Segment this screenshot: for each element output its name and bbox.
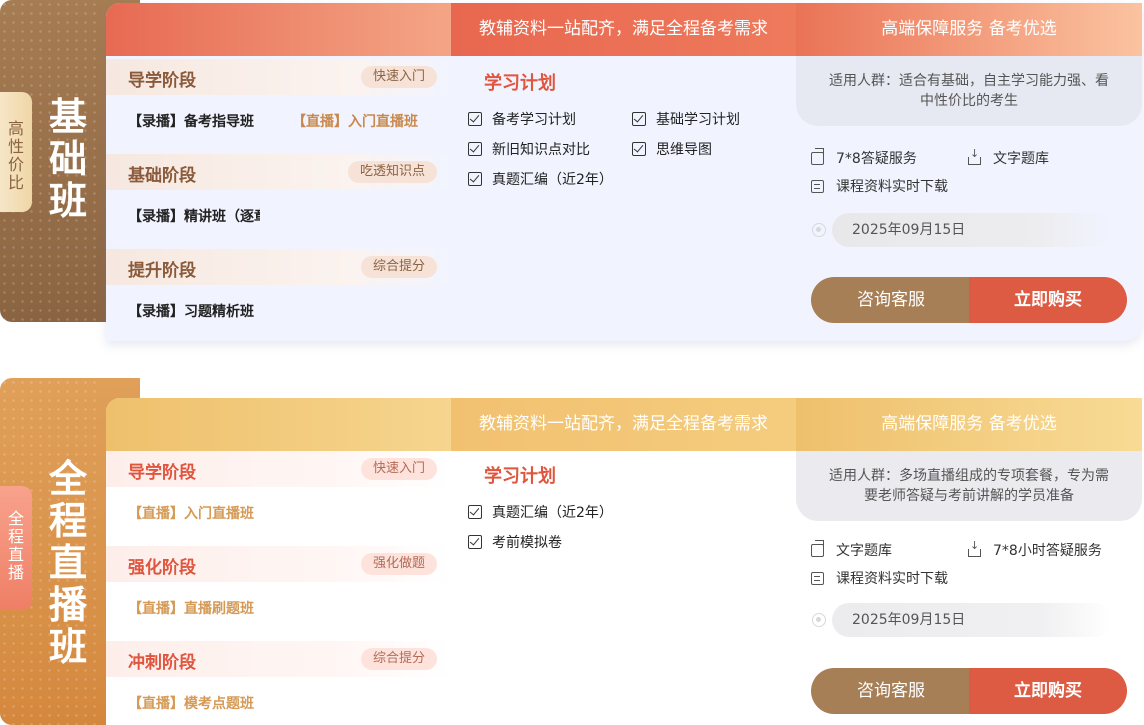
feature-item: 7*8小时答疑服务 [968, 539, 1102, 560]
chat-icon [811, 539, 824, 557]
consult-button[interactable]: 咨询客服 [811, 668, 971, 714]
checkbox-icon [468, 535, 482, 549]
course-link[interactable]: 【录播】精讲班（逐章 [128, 206, 260, 226]
value-tag: 高性价比 [0, 92, 32, 212]
chat-icon [811, 147, 824, 165]
service-column: 适用人群：多场直播组成的专项套餐，专为需要老师答疑与考前讲解的学员准备 文字题库… [796, 451, 1142, 714]
course-panel: 教辅资料一站配齐，满足全程备考需求 高端保障服务 备考优选 导学阶段 快速入门 … [106, 398, 1142, 725]
course-link[interactable]: 【录播】备考指导班 [128, 111, 254, 131]
radio-icon [812, 223, 826, 237]
stage-title: 导学阶段 [128, 463, 196, 483]
checkbox-icon [468, 112, 482, 126]
plan-item: 真题汇编（近2年） [468, 169, 613, 189]
buy-button[interactable]: 立即购买 [969, 277, 1127, 323]
checkbox-icon [468, 505, 482, 519]
stage-title: 冲刺阶段 [128, 653, 196, 673]
course-link[interactable]: 【直播】模考点题班 [128, 693, 254, 713]
feature-item: 文字题库 [811, 539, 892, 560]
checkbox-icon [468, 142, 482, 156]
buy-button[interactable]: 立即购买 [969, 668, 1127, 714]
header-service: 高端保障服务 备考优选 [796, 398, 1142, 451]
course-link[interactable]: 【直播】直播刷题班 [128, 598, 254, 618]
stage-title: 强化阶段 [128, 558, 196, 578]
feature-item: 文字题库 [968, 147, 1049, 168]
plan-item: 考前模拟卷 [468, 532, 562, 552]
stage-title: 基础阶段 [128, 166, 196, 186]
feature-item: 7*8答疑服务 [811, 147, 917, 168]
stage-title: 导学阶段 [128, 71, 196, 91]
stage-item: 导学阶段 快速入门 【直播】入门直播班 [106, 451, 451, 522]
header-left [106, 3, 451, 56]
course-link[interactable]: 【录播】习题精析班 [128, 301, 254, 321]
download-icon [968, 539, 981, 557]
date-badge: 2025年09月15日 [832, 603, 1112, 637]
header-materials: 教辅资料一站配齐，满足全程备考需求 [451, 398, 796, 451]
study-plan: 学习计划 真题汇编（近2年） 考前模拟卷 [466, 456, 786, 602]
radio-icon [812, 613, 826, 627]
stage-badge: 吃透知识点 [347, 161, 437, 183]
document-icon [811, 179, 824, 193]
stage-badge: 强化做题 [360, 553, 437, 575]
stage-item: 冲刺阶段 综合提分 【直播】模考点题班 [106, 641, 451, 712]
stage-badge: 快速入门 [360, 66, 437, 88]
course-panel: 教辅资料一站配齐，满足全程备考需求 高端保障服务 备考优选 导学阶段 快速入门 … [106, 3, 1142, 341]
course-card-basic: 基础班 高性价比 教辅资料一站配齐，满足全程备考需求 高端保障服务 备考优选 导… [0, 0, 1144, 345]
plan-item: 新旧知识点对比 [468, 139, 590, 159]
course-link[interactable]: 【直播】入门直播班 [128, 503, 254, 523]
stage-item: 提升阶段 综合提分 【录播】习题精析班 [106, 249, 451, 320]
feature-item: 课程资料实时下载 [811, 176, 948, 196]
header-left [106, 398, 451, 451]
class-name: 基础班 [48, 95, 87, 223]
value-tag: 全程直播 [0, 486, 32, 610]
stage-badge: 快速入门 [360, 458, 437, 480]
stage-badge: 综合提分 [360, 648, 437, 670]
plan-title: 学习计划 [466, 63, 786, 99]
class-name: 全程直播班 [48, 457, 87, 669]
course-link[interactable]: 【直播】入门直播班 [292, 111, 418, 131]
stage-item: 强化阶段 强化做题 【直播】直播刷题班 [106, 546, 451, 617]
plan-item: 真题汇编（近2年） [468, 502, 613, 522]
plan-title: 学习计划 [466, 456, 786, 492]
stage-item: 导学阶段 快速入门 【录播】备考指导班 【直播】入门直播班 [106, 59, 451, 130]
feature-item: 课程资料实时下载 [811, 568, 948, 588]
header-materials: 教辅资料一站配齐，满足全程备考需求 [451, 3, 796, 56]
header-service: 高端保障服务 备考优选 [796, 3, 1142, 56]
course-card-live: 全程直播班 全程直播 教辅资料一站配齐，满足全程备考需求 高端保障服务 备考优选… [0, 378, 1144, 725]
document-icon [811, 571, 824, 585]
service-column: 适用人群：适合有基础，自主学习能力强、看中性价比的考生 7*8答疑服务 文字题库… [796, 56, 1142, 323]
download-icon [968, 147, 981, 165]
stage-badge: 综合提分 [360, 256, 437, 278]
checkbox-icon [632, 112, 646, 126]
stage-item: 基础阶段 吃透知识点 【录播】精讲班（逐章 [106, 154, 451, 225]
checkbox-icon [468, 172, 482, 186]
date-badge: 2025年09月15日 [832, 213, 1112, 247]
stage-title: 提升阶段 [128, 261, 196, 281]
plan-item: 思维导图 [632, 139, 712, 159]
audience-text: 适用人群：多场直播组成的专项套餐，专为需要老师答疑与考前讲解的学员准备 [796, 451, 1142, 521]
study-plan: 学习计划 备考学习计划 基础学习计划 新旧知识点对比 思维导图 真题汇编（近2年… [466, 63, 786, 209]
plan-item: 基础学习计划 [632, 109, 740, 129]
audience-text: 适用人群：适合有基础，自主学习能力强、看中性价比的考生 [796, 56, 1142, 126]
checkbox-icon [632, 142, 646, 156]
plan-item: 备考学习计划 [468, 109, 576, 129]
consult-button[interactable]: 咨询客服 [811, 277, 971, 323]
